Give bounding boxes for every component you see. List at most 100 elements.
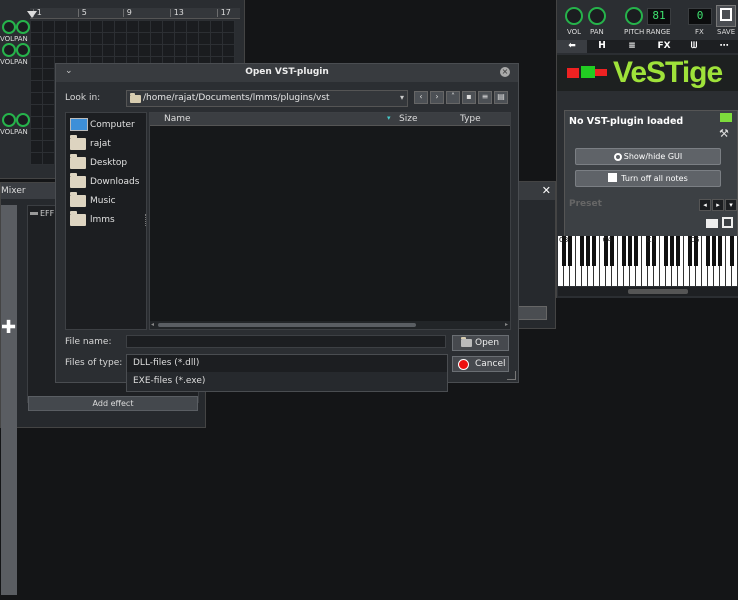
turn-off-notes-button[interactable]: Turn off all notes	[575, 170, 721, 187]
look-in-combo[interactable]: /home/rajat/Documents/lmms/plugins/vst ▾	[126, 90, 408, 107]
timeline-ruler[interactable]: 1 5 9 13 17	[30, 8, 240, 19]
background-button[interactable]	[517, 306, 547, 320]
pitch-knob[interactable]	[625, 7, 643, 25]
open-vst-dialog: ⌄ Open VST-plugin × Look in: /home/rajat…	[55, 63, 519, 392]
sidebar-item-label: Music	[90, 196, 116, 206]
list-view-button[interactable]: ≡	[478, 91, 492, 104]
back-button[interactable]: ‹	[414, 91, 428, 104]
add-effect-button[interactable]: Add effect	[28, 396, 198, 411]
piano-black-key[interactable]	[706, 236, 710, 266]
mixer-channel-strip[interactable]: ✚	[1, 205, 17, 595]
show-hide-gui-button[interactable]: Show/hide GUI	[575, 148, 721, 165]
open-plugin-icon[interactable]	[720, 113, 732, 122]
preset-menu-button[interactable]: ▾	[725, 199, 737, 211]
piano-black-key[interactable]	[718, 236, 722, 266]
new-folder-button[interactable]: ▪	[462, 91, 476, 104]
horizontal-scrollbar[interactable]: ◂ ▸	[150, 321, 510, 329]
scroll-thumb[interactable]	[158, 323, 416, 327]
range-lcd[interactable]: 81	[647, 8, 671, 25]
piano-black-key[interactable]	[628, 236, 632, 266]
track-controls: VOL PAN	[0, 113, 30, 137]
preset-label: Preset	[569, 199, 602, 209]
file-name-input[interactable]	[126, 335, 446, 348]
column-type[interactable]: Type	[460, 114, 481, 124]
open-label: Open	[475, 338, 500, 348]
vestige-logo-icon	[567, 66, 607, 78]
pan-knob[interactable]	[588, 7, 606, 25]
sort-indicator-icon: ▾	[387, 114, 391, 122]
piano-black-key[interactable]	[712, 236, 716, 266]
cancel-button[interactable]: Cancel	[452, 356, 509, 372]
volume-knob[interactable]	[2, 113, 16, 127]
show-hide-gui-label: Show/hide GUI	[623, 152, 683, 161]
column-size[interactable]: Size	[399, 114, 417, 124]
pan-knob[interactable]	[16, 43, 30, 57]
piano-keyboard[interactable]: C3 C4 C5 C6	[558, 236, 738, 286]
close-icon[interactable]: ×	[500, 67, 510, 77]
piano-black-key[interactable]	[634, 236, 638, 266]
save-button[interactable]	[716, 5, 736, 27]
look-in-path: /home/rajat/Documents/lmms/plugins/vst	[143, 93, 330, 103]
tab-misc[interactable]: ⋯	[709, 40, 738, 53]
scroll-left-icon[interactable]: ◂	[151, 321, 154, 328]
sidebar-item-computer[interactable]: Computer	[70, 118, 144, 136]
tab-plugin[interactable]: ⬅	[557, 40, 587, 53]
toggle-icon	[30, 212, 38, 215]
plus-icon: ✚	[1, 317, 17, 338]
places-sidebar: Computer rajat Desktop Downloads Music l…	[65, 112, 147, 330]
files-of-type-dropdown[interactable]: DLL-files (*.dll) EXE-files (*.exe)	[126, 354, 448, 392]
piano-black-key[interactable]	[664, 236, 668, 266]
save-preset-icon[interactable]	[722, 217, 733, 228]
pan-label: PAN	[14, 128, 28, 136]
tab-fx[interactable]: FX	[649, 40, 679, 53]
sidebar-item-music[interactable]: Music	[70, 192, 144, 212]
close-icon[interactable]: ✕	[542, 184, 551, 197]
file-list[interactable]: Name ▾ Size Type ◂ ▸	[149, 112, 511, 330]
piano-octave-label: C5	[646, 236, 656, 244]
piano-black-key[interactable]	[622, 236, 626, 266]
detail-view-button[interactable]: ▤	[494, 91, 508, 104]
piano-scroll-thumb[interactable]	[628, 289, 688, 294]
tab-envelope[interactable]: ᕼ	[587, 40, 617, 53]
scroll-right-icon[interactable]: ▸	[505, 321, 508, 328]
pan-knob[interactable]	[16, 113, 30, 127]
tab-midi[interactable]: ᗯ	[679, 40, 709, 53]
column-name[interactable]: Name	[164, 114, 191, 124]
wrench-icon[interactable]: ⚒	[719, 127, 729, 140]
preset-next-button[interactable]: ▸	[712, 199, 724, 211]
volume-knob[interactable]	[565, 7, 583, 25]
file-list-header: Name ▾ Size Type	[150, 113, 510, 126]
sidebar-item-desktop[interactable]: Desktop	[70, 154, 144, 174]
preset-prev-button[interactable]: ◂	[699, 199, 711, 211]
folder-icon	[70, 135, 86, 150]
forward-button[interactable]: ›	[430, 91, 444, 104]
piano-black-key[interactable]	[730, 236, 734, 266]
dropdown-option[interactable]: DLL-files (*.dll)	[127, 355, 447, 372]
piano-black-key[interactable]	[670, 236, 674, 266]
resize-grip-icon[interactable]	[507, 371, 516, 380]
pan-knob[interactable]	[16, 20, 30, 34]
piano-octave-label: C3	[559, 236, 569, 244]
sidebar-item-label: Downloads	[90, 177, 140, 187]
piano-black-key[interactable]	[676, 236, 680, 266]
open-preset-icon[interactable]	[706, 219, 718, 228]
tab-functions[interactable]: ≡	[617, 40, 647, 53]
playhead-marker[interactable]	[27, 11, 37, 18]
sidebar-item-downloads[interactable]: Downloads	[70, 173, 144, 193]
open-button[interactable]: Open	[452, 335, 509, 351]
fx-channel-lcd[interactable]: 0	[688, 8, 712, 25]
volume-knob[interactable]	[2, 43, 16, 57]
dropdown-option-label: DLL-files (*.dll)	[133, 358, 200, 368]
parent-dir-button[interactable]: ˄	[446, 91, 460, 104]
volume-knob[interactable]	[2, 20, 16, 34]
piano-black-key[interactable]	[586, 236, 590, 266]
sidebar-item-rajat[interactable]: rajat	[70, 135, 144, 155]
piano-black-key[interactable]	[568, 236, 572, 266]
sidebar-item-lmms[interactable]: lmms	[70, 211, 144, 231]
piano-black-key[interactable]	[580, 236, 584, 266]
dropdown-option[interactable]: EXE-files (*.exe)	[127, 373, 447, 390]
piano-black-key[interactable]	[592, 236, 596, 266]
piano-scrollbar[interactable]	[558, 287, 738, 296]
sidebar-item-label: Desktop	[90, 158, 128, 168]
range-label: RANGE	[646, 28, 671, 36]
